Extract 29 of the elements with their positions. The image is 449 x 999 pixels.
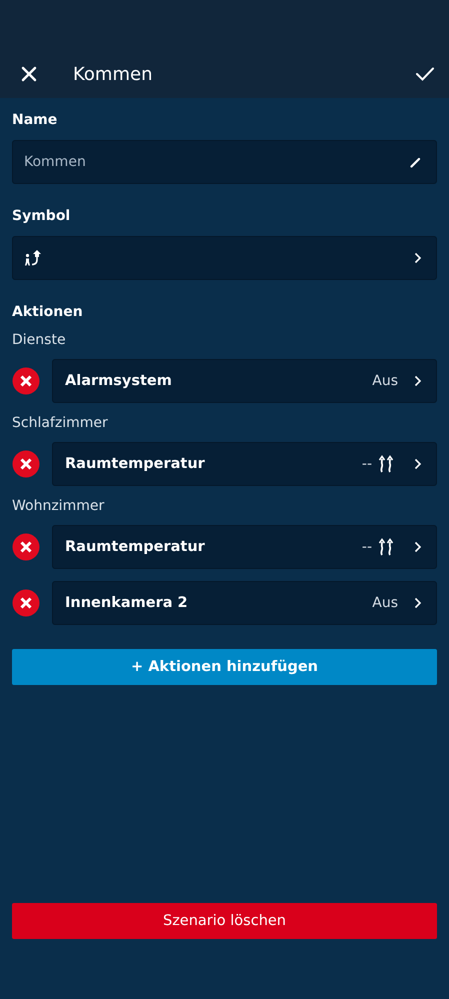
add-actions-button[interactable]: + Aktionen hinzufügen	[12, 649, 437, 685]
action-item[interactable]: Innenkamera 2 Aus	[52, 581, 437, 625]
remove-icon[interactable]	[12, 533, 40, 561]
section-heading: Aktionen	[12, 304, 83, 320]
field-label: Symbol	[12, 208, 70, 224]
name-field[interactable]: Kommen	[12, 140, 437, 184]
remove-icon[interactable]	[12, 589, 40, 617]
heat-waves-icon	[378, 455, 394, 473]
chevron-right-icon	[414, 458, 422, 470]
person-arrow-house-icon	[24, 249, 44, 267]
chevron-right-icon	[414, 541, 422, 553]
screen-title: Kommen	[73, 64, 154, 84]
checkmark-icon[interactable]	[416, 67, 434, 81]
group-heading: Dienste	[12, 332, 66, 348]
delete-scenario-button[interactable]: Szenario löschen	[12, 903, 437, 939]
field-label: Name	[12, 112, 58, 128]
action-item[interactable]: Alarmsystem Aus	[52, 359, 437, 403]
heat-waves-icon	[378, 538, 394, 556]
close-icon[interactable]	[21, 66, 37, 82]
group-heading: Wohnzimmer	[12, 498, 104, 514]
pencil-icon	[410, 156, 422, 168]
chevron-right-icon	[414, 375, 422, 387]
chevron-right-icon	[414, 252, 422, 264]
chevron-right-icon	[414, 597, 422, 609]
remove-icon[interactable]	[12, 450, 40, 478]
action-item[interactable]: Raumtemperatur --	[52, 525, 437, 569]
group-heading: Schlafzimmer	[12, 415, 108, 431]
action-item[interactable]: Raumtemperatur --	[52, 442, 437, 486]
remove-icon[interactable]	[12, 367, 40, 395]
